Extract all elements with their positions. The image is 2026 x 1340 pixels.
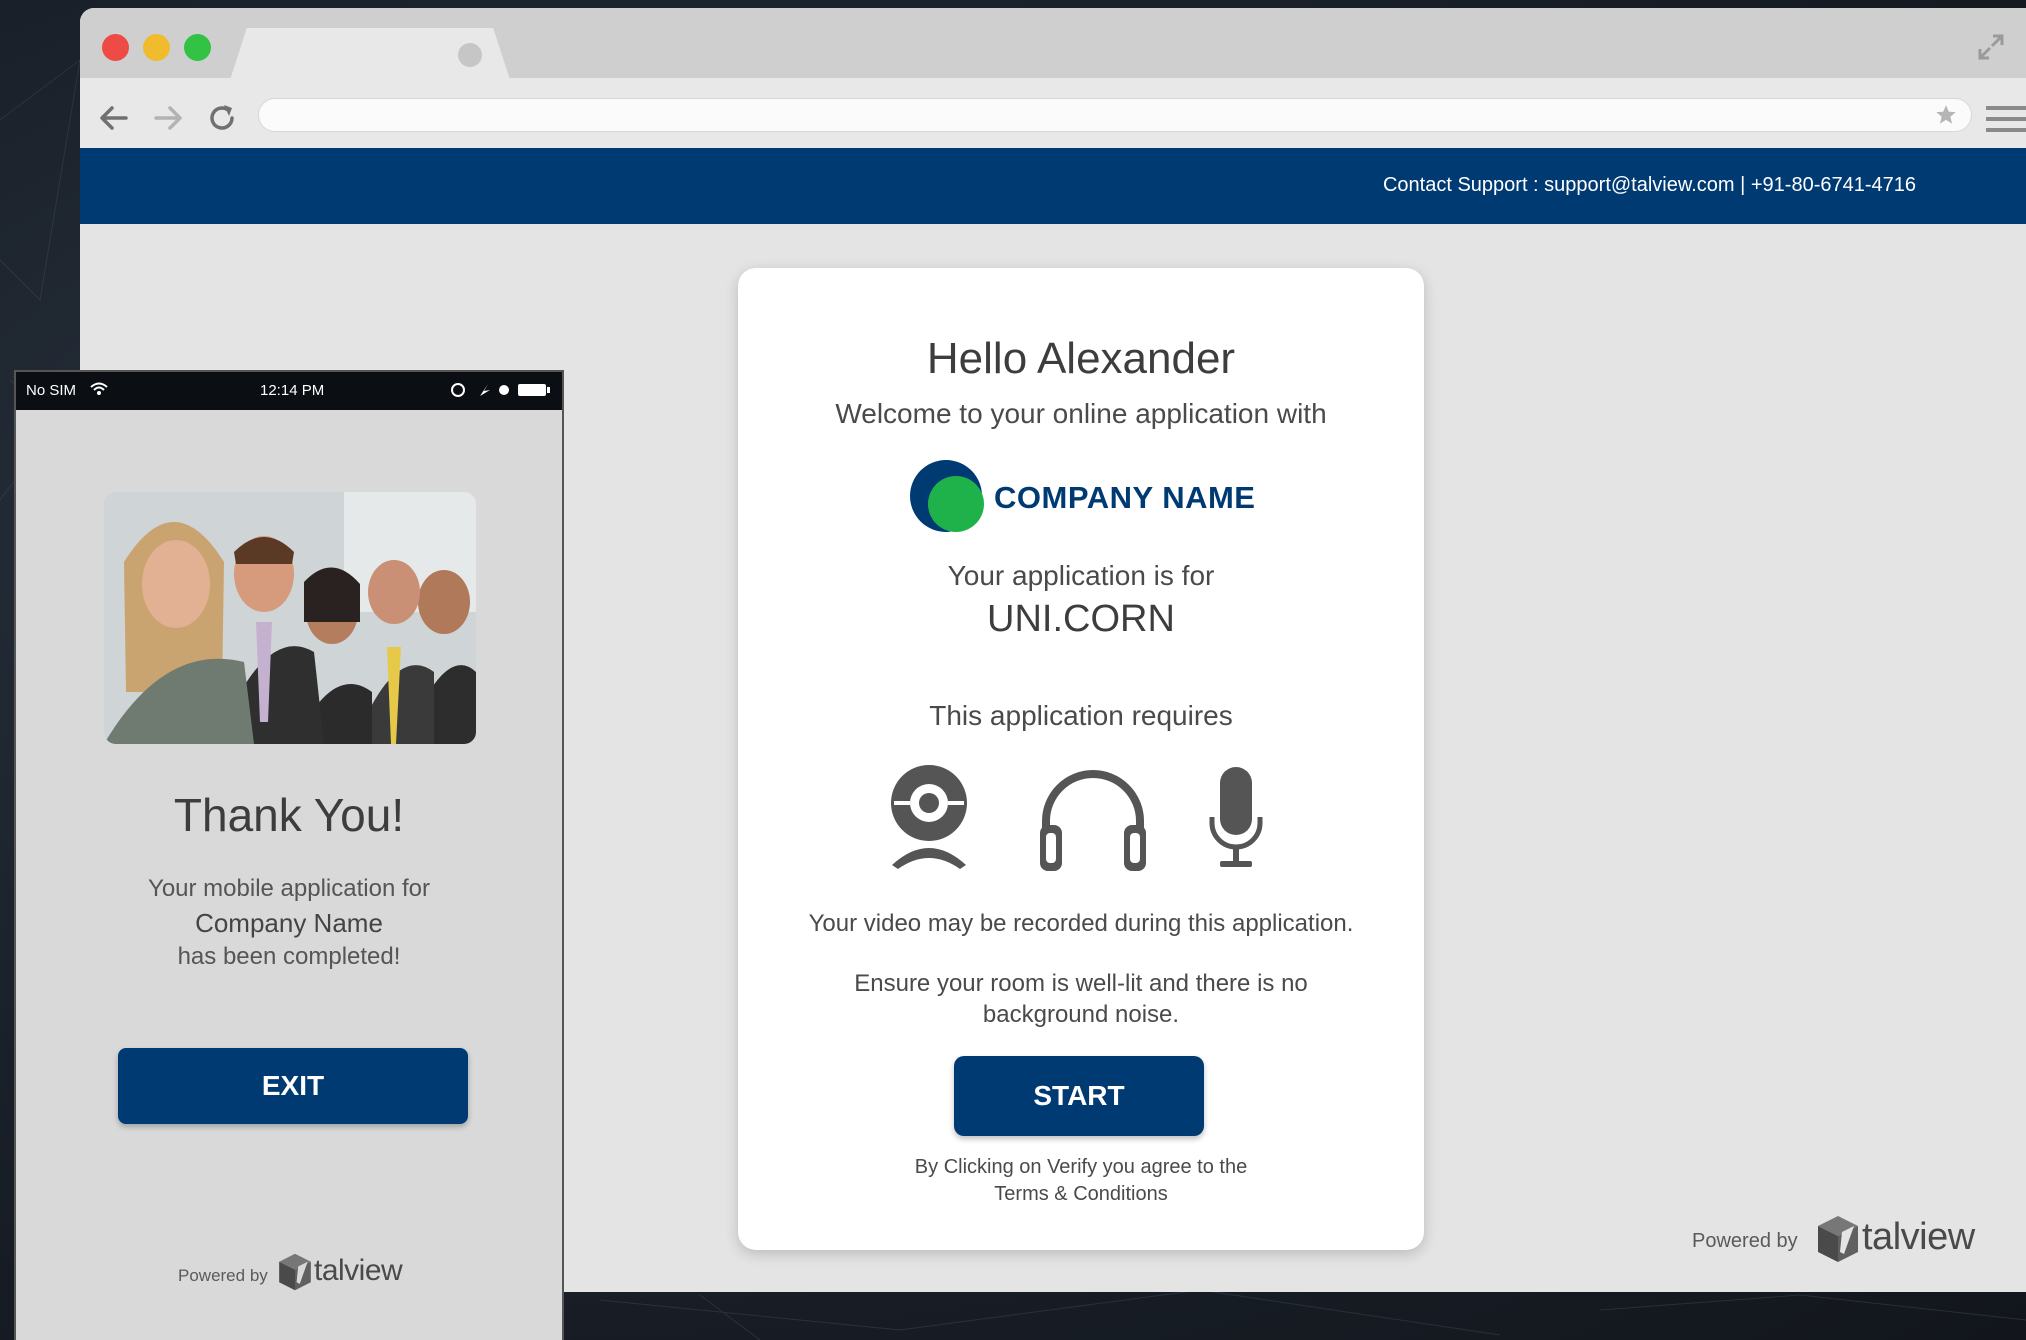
- site-header: Contact Support : support@talview.com | …: [80, 148, 2026, 224]
- webcam-icon: [891, 765, 967, 869]
- wifi-icon: [90, 382, 108, 395]
- thank-you-heading: Thank You!: [173, 789, 405, 841]
- room-environment-note: Ensure your room is well-lit and there i…: [854, 970, 1308, 1028]
- powered-by-talview: Powered by talview: [1692, 1214, 1982, 1266]
- completion-company: Company Name: [195, 908, 383, 938]
- mobile-phone-screen: No SIM 12:14 PM Thank You! Your mobile a…: [14, 370, 564, 1340]
- maximize-window-button[interactable]: [184, 34, 211, 61]
- welcome-text: Welcome to your online application with: [835, 398, 1327, 429]
- carrier-label: No SIM: [26, 382, 77, 399]
- position-name: UNI.CORN: [987, 598, 1175, 640]
- hamburger-menu-icon[interactable]: [1986, 104, 2026, 134]
- start-button[interactable]: START: [954, 1056, 1204, 1136]
- completion-message: Your mobile application for Company Name…: [16, 872, 562, 974]
- microphone-icon: [1209, 767, 1263, 867]
- completion-line-1: Your mobile application for: [148, 875, 430, 902]
- fullscreen-icon[interactable]: [1976, 32, 2006, 62]
- powered-by-label: Powered by: [1692, 1230, 1798, 1252]
- talview-brand: talview: [1862, 1216, 1975, 1258]
- contact-support[interactable]: Contact Support : support@talview.com | …: [1383, 174, 1916, 197]
- browser-toolbar: [80, 78, 2026, 154]
- close-window-button[interactable]: [102, 34, 129, 61]
- application-card: Hello Alexander Welcome to your online a…: [738, 268, 1424, 1250]
- headphones-icon: [1040, 770, 1146, 871]
- phone-talview-brand: talview: [314, 1254, 403, 1287]
- talview-cube-icon: [279, 1253, 311, 1291]
- greeting-heading: Hello Alexander: [926, 334, 1236, 383]
- status-time: 12:14 PM: [260, 382, 325, 399]
- back-arrow-icon[interactable]: [96, 100, 132, 136]
- company-logo-icon: [910, 460, 984, 532]
- address-bar[interactable]: [258, 98, 1972, 132]
- browser-titlebar: [80, 8, 2026, 80]
- terms-link[interactable]: Terms & Conditions: [738, 1181, 1424, 1208]
- agree-text: By Clicking on Verify you agree to the: [914, 1156, 1248, 1178]
- phone-powered-by-label: Powered by: [178, 1266, 268, 1285]
- tab-close-icon[interactable]: [458, 43, 482, 67]
- forward-arrow-icon[interactable]: [150, 100, 186, 136]
- requirements-label: This application requires: [929, 700, 1233, 731]
- terms-agreement: By Clicking on Verify you agree to the T…: [738, 1154, 1424, 1208]
- reload-icon[interactable]: [204, 100, 240, 136]
- completion-line-3: has been completed!: [177, 943, 401, 970]
- talview-cube-icon: [1818, 1216, 1858, 1262]
- exit-button[interactable]: EXIT: [118, 1048, 468, 1124]
- minimize-window-button[interactable]: [143, 34, 170, 61]
- video-recording-note: Your video may be recorded during this a…: [808, 910, 1354, 937]
- phone-status-bar: No SIM 12:14 PM: [16, 372, 562, 410]
- application-for-label: Your application is for: [947, 560, 1215, 591]
- team-photo: [104, 492, 476, 744]
- battery-icon: [451, 383, 550, 397]
- bookmark-star-icon[interactable]: [1933, 102, 1959, 128]
- company-name: COMPANY NAME: [994, 480, 1256, 515]
- phone-powered-by-talview: Powered by talview: [178, 1252, 418, 1296]
